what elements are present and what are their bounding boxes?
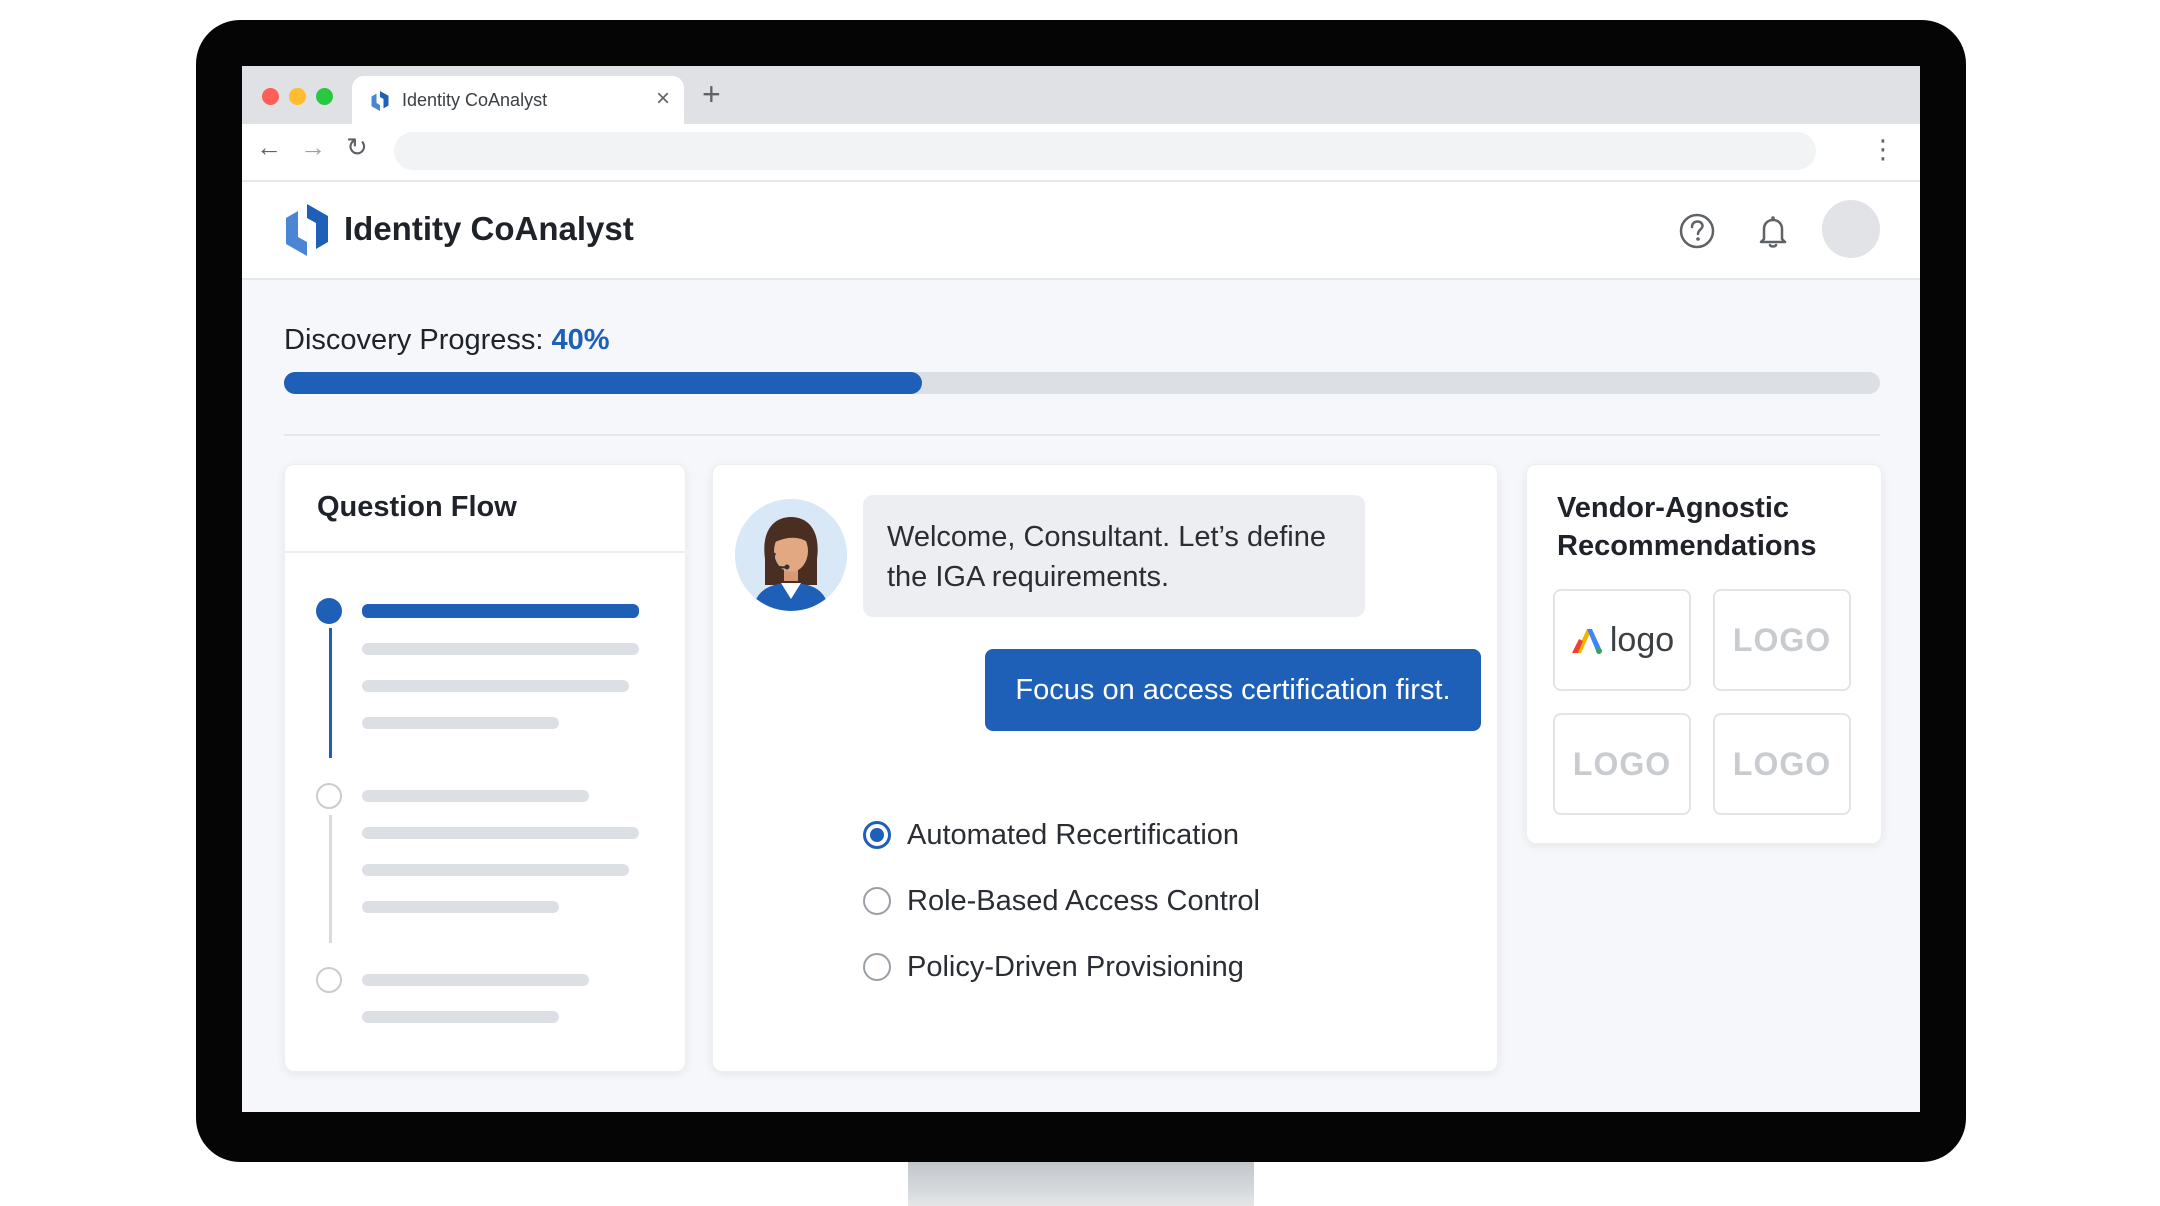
step-skeleton-line xyxy=(362,901,559,913)
close-window-button[interactable] xyxy=(262,88,279,105)
section-divider xyxy=(284,434,1880,436)
option-automated-recertification[interactable]: Automated Recertification xyxy=(863,815,1239,855)
browser-window: Identity CoAnalyst × + ← → ↻ ⋮ Identity … xyxy=(242,66,1920,1112)
step-skeleton-line xyxy=(362,680,629,692)
reload-icon[interactable]: ↻ xyxy=(346,132,368,163)
panel-divider xyxy=(285,551,685,553)
radio-unselected[interactable] xyxy=(863,953,891,981)
step-marker-pending[interactable] xyxy=(316,783,342,809)
step-skeleton-line xyxy=(362,790,589,802)
vendor-logo-placeholder: LOGO xyxy=(1732,745,1832,782)
user-message-bubble: Focus on access certification first. xyxy=(985,649,1481,731)
tab-title: Identity CoAnalyst xyxy=(402,90,548,110)
option-role-based-access-control[interactable]: Role-Based Access Control xyxy=(863,881,1260,921)
option-policy-driven-provisioning[interactable]: Policy-Driven Provisioning xyxy=(863,947,1244,987)
forward-icon[interactable]: → xyxy=(300,132,326,163)
vendor-logo-tile[interactable]: LOGO xyxy=(1553,713,1691,815)
notifications-bell-icon[interactable] xyxy=(1754,212,1792,250)
step-skeleton-line xyxy=(362,827,639,839)
new-tab-button[interactable]: + xyxy=(702,76,721,113)
maximize-window-button[interactable] xyxy=(316,88,333,105)
tab-bar: Identity CoAnalyst × + xyxy=(242,66,1920,124)
progress-percent: 40% xyxy=(551,324,610,356)
vendor-logo-tile[interactable]: LOGO xyxy=(1713,713,1851,815)
agent-message-bubble: Welcome, Consultant. Let’s define the IG… xyxy=(863,495,1365,617)
step-skeleton-line xyxy=(362,1011,559,1023)
minimize-window-button[interactable] xyxy=(289,88,306,105)
step-marker-pending[interactable] xyxy=(316,967,342,993)
progress-bar xyxy=(284,372,1880,394)
question-flow-panel: Question Flow xyxy=(284,464,686,1072)
vendor-logo-tile[interactable]: LOGO xyxy=(1713,589,1851,691)
step-skeleton-line xyxy=(362,974,589,986)
vendor-panel-title: Vendor-Agnostic Recommendations xyxy=(1557,492,1817,562)
step-skeleton-line xyxy=(362,643,639,655)
agent-avatar xyxy=(735,499,847,611)
app-title: Identity CoAnalyst xyxy=(344,210,634,247)
vendor-recommendations-panel: Vendor-Agnostic Recommendations logo LOG… xyxy=(1526,464,1882,844)
progress-label-text: Discovery Progress: xyxy=(284,324,552,356)
vendor-brand-icon xyxy=(1571,629,1602,654)
app-header: Identity CoAnalyst xyxy=(242,182,1920,280)
question-flow-title: Question Flow xyxy=(317,491,517,523)
radio-unselected[interactable] xyxy=(863,887,891,915)
progress-bar-fill xyxy=(284,372,923,394)
vendor-logo-placeholder: LOGO xyxy=(1572,745,1672,782)
address-bar[interactable] xyxy=(394,132,1816,170)
radio-selected[interactable] xyxy=(863,821,891,849)
user-avatar[interactable] xyxy=(1822,200,1880,258)
browser-tab[interactable]: Identity CoAnalyst × xyxy=(352,76,684,124)
option-label: Policy-Driven Provisioning xyxy=(907,950,1244,983)
help-icon[interactable] xyxy=(1678,212,1716,250)
vendor-logo-text: logo xyxy=(1609,620,1675,659)
step-marker-current[interactable] xyxy=(316,598,342,624)
option-label: Automated Recertification xyxy=(907,818,1240,851)
browser-menu-icon[interactable]: ⋮ xyxy=(1870,134,1896,165)
option-label: Role-Based Access Control xyxy=(907,884,1260,917)
app-logo-icon xyxy=(286,204,328,256)
vendor-logo-tile[interactable]: logo xyxy=(1553,589,1691,691)
step-skeleton-line xyxy=(362,604,639,618)
close-tab-icon[interactable]: × xyxy=(656,85,670,113)
progress-label: Discovery Progress: 40% xyxy=(284,324,610,357)
step-skeleton-line xyxy=(362,864,629,876)
app-logo-icon xyxy=(371,91,389,111)
step-skeleton-line xyxy=(362,717,559,729)
vendor-logo-placeholder: LOGO xyxy=(1732,621,1832,658)
step-connector xyxy=(329,815,332,943)
chat-panel: Welcome, Consultant. Let’s define the IG… xyxy=(712,464,1498,1072)
address-row: ← → ↻ ⋮ xyxy=(242,124,1920,182)
step-connector xyxy=(329,628,332,758)
back-icon[interactable]: ← xyxy=(256,132,282,163)
